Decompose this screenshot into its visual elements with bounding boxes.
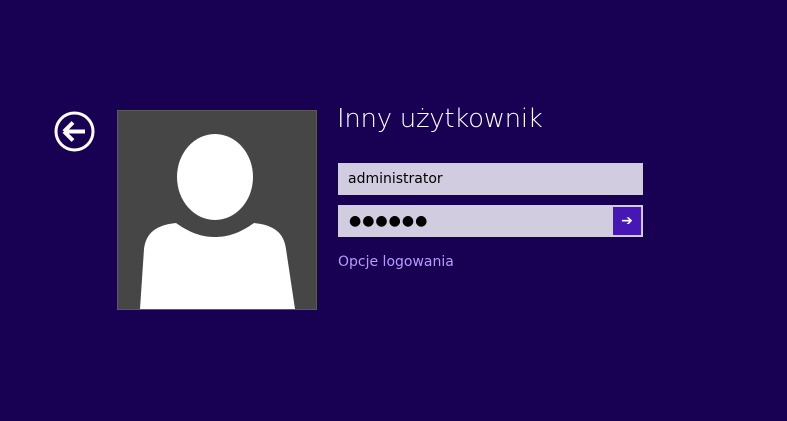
- back-button[interactable]: [54, 111, 95, 152]
- submit-button[interactable]: ➔: [613, 207, 641, 235]
- signin-options-link[interactable]: Opcje logowania: [338, 254, 454, 270]
- username-input[interactable]: [339, 164, 642, 194]
- default-user-avatar-icon: [140, 134, 295, 309]
- password-mask: ●●●●●●: [349, 213, 429, 229]
- account-name-title: Inny użytkownik: [337, 104, 543, 134]
- username-field[interactable]: [338, 163, 643, 195]
- user-avatar: [117, 110, 317, 310]
- login-screen: Inny użytkownik ●●●●●● ➔ Opcje logowania: [0, 0, 787, 421]
- arrow-right-icon: ➔: [621, 213, 633, 229]
- password-field[interactable]: ●●●●●● ➔: [338, 205, 643, 237]
- back-arrow-circle-icon: [54, 111, 95, 152]
